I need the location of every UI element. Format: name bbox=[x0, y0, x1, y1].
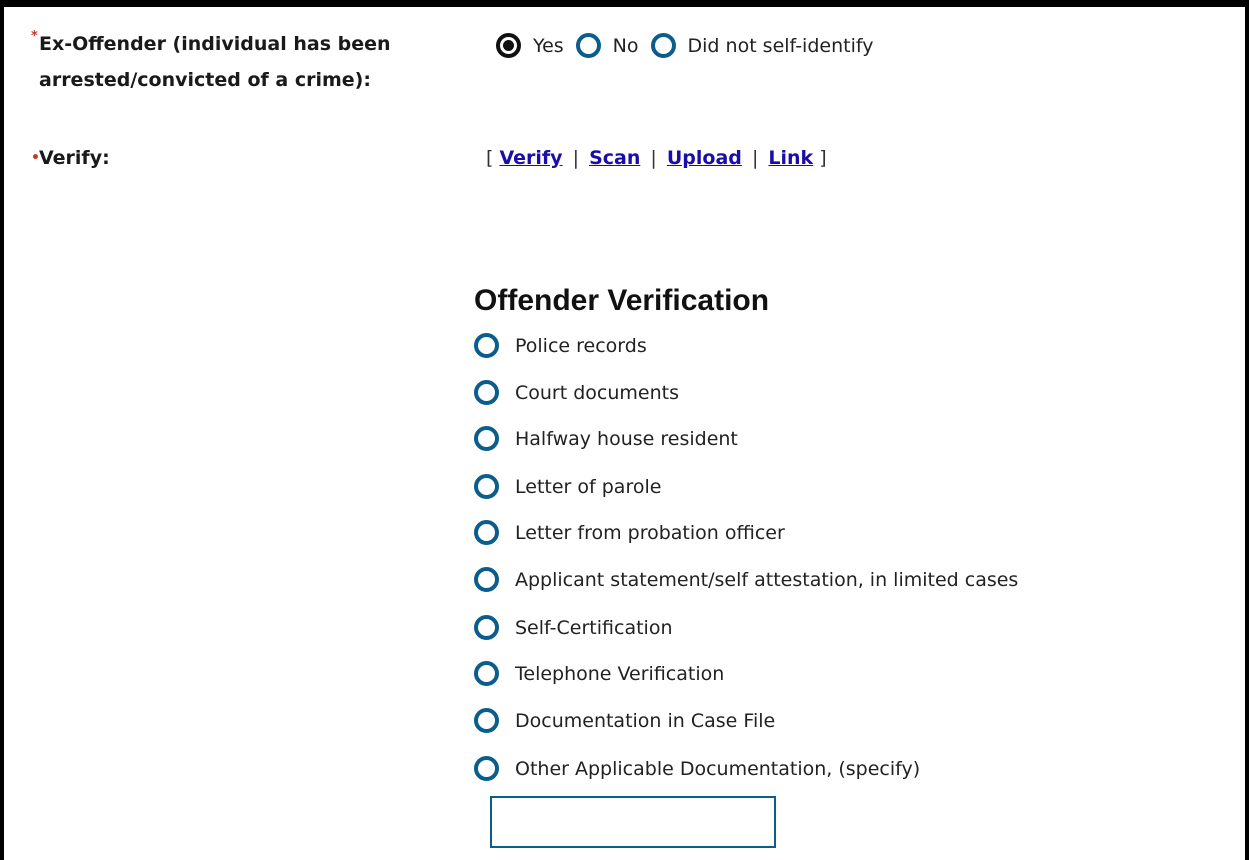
other-documentation-label: Other Applicable Documentation, (specify… bbox=[515, 757, 921, 780]
letter-of-parole-label: Letter of parole bbox=[515, 475, 662, 498]
halfway-house-resident-label: Halfway house resident bbox=[515, 427, 738, 450]
link-separator: | bbox=[650, 147, 657, 169]
documentation-in-case-file-radio[interactable] bbox=[474, 708, 499, 733]
verification-option-self-certification: Self-Certification bbox=[474, 615, 684, 640]
court-documents-label: Court documents bbox=[515, 381, 679, 404]
telephone-verification-radio[interactable] bbox=[474, 661, 499, 686]
verification-option-other: Other Applicable Documentation, (specify… bbox=[474, 756, 932, 781]
letter-from-probation-officer-label: Letter from probation officer bbox=[515, 521, 785, 544]
police-records-radio[interactable] bbox=[474, 333, 499, 358]
ex-offender-no-label: No bbox=[612, 34, 639, 57]
verification-option-letter-of-parole: Letter of parole bbox=[474, 474, 673, 499]
open-bracket: [ bbox=[486, 147, 494, 169]
required-marker: * bbox=[31, 29, 38, 44]
self-certification-radio[interactable] bbox=[474, 615, 499, 640]
link-link[interactable]: Link bbox=[768, 147, 813, 169]
close-bracket: ] bbox=[819, 147, 827, 169]
applicant-statement-label: Applicant statement/self attestation, in… bbox=[515, 568, 1019, 591]
verification-option-probation-letter: Letter from probation officer bbox=[474, 520, 797, 545]
link-separator: | bbox=[751, 147, 759, 169]
documentation-in-case-file-label: Documentation in Case File bbox=[515, 709, 776, 732]
verification-option-case-file: Documentation in Case File bbox=[474, 708, 787, 733]
verify-link[interactable]: Verify bbox=[499, 147, 562, 169]
halfway-house-resident-radio[interactable] bbox=[474, 426, 499, 451]
ex-offender-label-line2: arrested/convicted of a crime): bbox=[39, 69, 371, 91]
ex-offender-did-not-self-identify-label: Did not self-identify bbox=[687, 34, 874, 57]
verify-label: Verify: bbox=[39, 147, 110, 169]
scan-link[interactable]: Scan bbox=[589, 147, 640, 169]
offender-verification-title: Offender Verification bbox=[474, 284, 770, 317]
letter-of-parole-radio[interactable] bbox=[474, 474, 499, 499]
link-separator: | bbox=[572, 147, 580, 169]
applicant-statement-radio[interactable] bbox=[474, 567, 499, 592]
letter-from-probation-officer-radio[interactable] bbox=[474, 520, 499, 545]
verification-option-halfway-house: Halfway house resident bbox=[474, 426, 750, 451]
ex-offender-yes-label: Yes bbox=[533, 34, 564, 57]
upload-link[interactable]: Upload bbox=[667, 147, 742, 169]
verification-option-applicant-statement: Applicant statement/self attestation, in… bbox=[474, 567, 1030, 592]
self-certification-label: Self-Certification bbox=[515, 616, 673, 639]
ex-offender-radio-group: Yes No Did not self-identify bbox=[496, 33, 885, 58]
specify-other-input[interactable] bbox=[490, 796, 776, 848]
other-documentation-radio[interactable] bbox=[474, 756, 499, 781]
ex-offender-no-radio[interactable] bbox=[575, 33, 601, 58]
ex-offender-label: Ex-Offender (individual has been arreste… bbox=[39, 26, 391, 98]
ex-offender-yes-radio[interactable] bbox=[496, 33, 521, 58]
verification-option-telephone: Telephone Verification bbox=[474, 661, 736, 686]
verify-links: [ Verify | Scan | Upload | Link ] bbox=[486, 147, 827, 169]
telephone-verification-label: Telephone Verification bbox=[515, 662, 725, 685]
police-records-label: Police records bbox=[515, 334, 647, 357]
ex-offender-label-line1: Ex-Offender (individual has been bbox=[39, 33, 391, 55]
court-documents-radio[interactable] bbox=[474, 380, 499, 405]
verification-option-police-records: Police records bbox=[474, 333, 659, 358]
verification-option-court-documents: Court documents bbox=[474, 380, 691, 405]
ex-offender-did-not-self-identify-radio[interactable] bbox=[650, 33, 676, 58]
